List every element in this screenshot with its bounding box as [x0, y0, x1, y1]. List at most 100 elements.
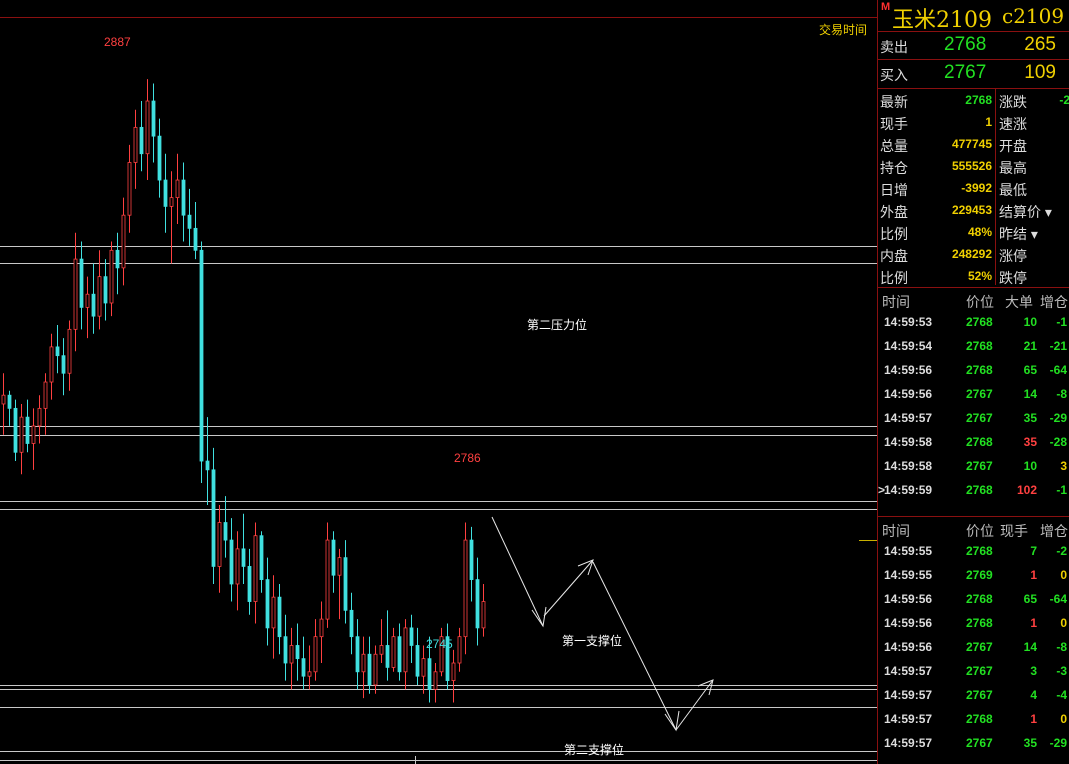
row-volume: 21: [1023, 339, 1037, 353]
candle: [481, 583, 486, 637]
stat-value: 229453: [951, 203, 992, 217]
candle: [217, 504, 222, 593]
row-volume: 10: [1023, 315, 1037, 329]
ask-row[interactable]: 卖出 2768 265: [878, 31, 1069, 60]
table-row[interactable]: 14:59:57 2767 4 -4: [878, 683, 1069, 707]
high-price-label: 2887: [104, 35, 131, 49]
candle: [31, 408, 36, 470]
bid-row[interactable]: 买入 2767 109: [878, 59, 1069, 88]
row-oi: 3: [1060, 459, 1067, 473]
tick-header: 时间 价位 现手 增仓: [878, 517, 1069, 539]
candle: [97, 250, 102, 330]
candle: [241, 513, 246, 584]
row-time: 14:59:58: [884, 435, 933, 449]
table-row[interactable]: 14:59:53 2768 10 -1: [878, 310, 1069, 334]
table-row[interactable]: 14:59:58 2767 10 3: [878, 454, 1069, 478]
stat-label: 持仓: [880, 160, 908, 176]
big-order-table[interactable]: 时间 价位 大单 增仓 14:59:53 2768 10 -1 14:59:54 2768…: [878, 287, 1069, 516]
stat-row: 持仓 555526 最高: [878, 155, 1069, 177]
table-row[interactable]: 14:59:56 2768 65 -64: [878, 358, 1069, 382]
row-oi: -4: [1056, 688, 1067, 702]
corner-tag[interactable]: 交易时间: [819, 21, 867, 38]
candle: [343, 540, 348, 624]
candle: [385, 610, 390, 681]
row-oi: -3: [1056, 664, 1067, 678]
candle: [391, 627, 396, 672]
candle: [235, 531, 240, 611]
row-volume: 14: [1023, 387, 1037, 401]
candle: [133, 109, 138, 189]
candle: [127, 144, 132, 233]
row-oi: -1: [1056, 315, 1067, 329]
row-oi: -8: [1056, 640, 1067, 654]
candle: [319, 601, 324, 664]
stat-label: 比例: [880, 226, 908, 242]
table-row[interactable]: 14:59:57 2768 1 0: [878, 707, 1069, 731]
table-row[interactable]: 14:59:58 2768 35 -28: [878, 430, 1069, 454]
col-time: 时间: [882, 523, 910, 539]
stat-label-2: 跌停: [999, 270, 1027, 286]
stat-row: 现手 1 速涨: [878, 111, 1069, 133]
ask-price: 2768: [944, 34, 987, 55]
bid-price: 2767: [944, 62, 987, 83]
table-row[interactable]: 14:59:56 2767 14 -8: [878, 382, 1069, 406]
table-row[interactable]: 14:59:55 2768 7 -2: [878, 539, 1069, 563]
candle: [373, 645, 378, 694]
col-big: 大单: [1005, 294, 1033, 310]
candlestick-chart[interactable]: 交易时间 2887 2786 2745 第二压力位 第一支撑位 第二支撑位: [0, 0, 877, 764]
candle: [109, 241, 114, 317]
row-price: 2768: [966, 616, 993, 630]
row-volume: 102: [1016, 483, 1037, 497]
table-row[interactable]: >14:59:59 2768 102 -1: [878, 478, 1069, 502]
candle: [325, 522, 330, 628]
candle: [331, 531, 336, 593]
candle: [367, 636, 372, 694]
stat-label: 现手: [880, 116, 908, 132]
table-row[interactable]: 14:59:55 2769 1 0: [878, 563, 1069, 587]
stat-label-2[interactable]: 结算价 ▾: [999, 202, 1052, 222]
instrument-header[interactable]: M 玉米2109 c2109: [878, 0, 1069, 33]
row-oi: -1: [1056, 483, 1067, 497]
row-volume: 14: [1023, 640, 1037, 654]
table-row[interactable]: 14:59:56 2767 14 -8: [878, 635, 1069, 659]
row-oi: 0: [1060, 712, 1067, 726]
candle: [271, 575, 276, 659]
table-row[interactable]: 14:59:54 2768 21 -21: [878, 334, 1069, 358]
stat-label: 比例: [880, 270, 908, 286]
row-volume: 7: [1030, 544, 1037, 558]
candle: [169, 171, 174, 264]
support-1-label: 第一支撑位: [562, 634, 623, 648]
row-time: 14:59:57: [884, 664, 933, 678]
row-price: 2768: [966, 592, 993, 606]
stat-label-2[interactable]: 昨结 ▾: [999, 224, 1038, 244]
stat-value: 48%: [967, 225, 992, 239]
col-price: 价位: [966, 523, 994, 539]
row-oi: -29: [1049, 736, 1067, 750]
row-oi: -21: [1049, 339, 1067, 353]
candle: [157, 118, 162, 198]
table-row[interactable]: 14:59:56 2768 1 0: [878, 611, 1069, 635]
table-row[interactable]: 14:59:57 2767 35 -29: [878, 406, 1069, 430]
stat-value: 248292: [951, 247, 992, 261]
table-row[interactable]: 14:59:56 2768 65 -64: [878, 587, 1069, 611]
row-time: 14:59:55: [884, 568, 933, 582]
table-row[interactable]: 14:59:57 2767 35 -29: [878, 731, 1069, 755]
low-price-label: 2745: [426, 637, 453, 651]
row-time: 14:59:57: [884, 736, 933, 750]
tick-table[interactable]: 时间 价位 现手 增仓 14:59:55 2768 7 -2 14:59:55 2769 1…: [878, 516, 1069, 764]
row-time: 14:59:56: [884, 592, 933, 606]
stat-value: 1: [985, 115, 992, 129]
table-row[interactable]: 14:59:57 2767 3 -3: [878, 659, 1069, 683]
support-2-label: 第二支撑位: [564, 743, 625, 757]
row-time: 14:59:57: [884, 712, 933, 726]
row-price: 2767: [966, 387, 993, 401]
instrument-name: 玉米2109: [892, 8, 992, 33]
candle: [265, 557, 270, 646]
candle: [421, 645, 426, 694]
row-time: 14:59:58: [884, 459, 933, 473]
row-price: 2767: [966, 664, 993, 678]
candle: [433, 663, 438, 703]
candle: [7, 390, 12, 426]
stat-value: 2768: [965, 93, 992, 107]
candle: [37, 395, 42, 444]
